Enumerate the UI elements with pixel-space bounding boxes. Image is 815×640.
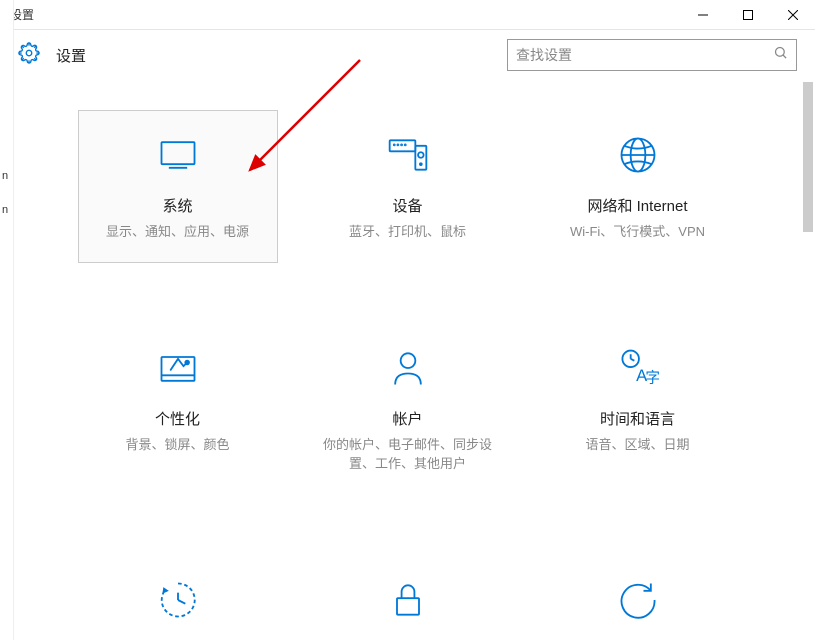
settings-grid: 系统 显示、通知、应用、电源 设备 蓝牙、打印机、鼠标 — [60, 110, 755, 640]
globe-icon — [614, 131, 662, 179]
scrollbar-thumb[interactable] — [803, 82, 813, 232]
tile-desc: 蓝牙、打印机、鼠标 — [349, 222, 466, 242]
maximize-icon — [743, 10, 753, 20]
content: 系统 显示、通知、应用、电源 设备 蓝牙、打印机、鼠标 — [0, 80, 815, 640]
minimize-icon — [698, 10, 708, 20]
personalization-icon — [154, 344, 202, 392]
ease-of-access-icon — [154, 576, 202, 624]
tile-title: 设备 — [392, 195, 422, 216]
tile-title: 时间和语言 — [600, 408, 675, 429]
search-box[interactable] — [507, 39, 797, 71]
page-title: 设置 — [56, 45, 86, 66]
tile-system[interactable]: 系统 显示、通知、应用、电源 — [78, 110, 278, 263]
minimize-button[interactable] — [680, 0, 725, 30]
tile-personalization[interactable]: 个性化 背景、锁屏、颜色 — [78, 323, 278, 495]
gear-icon — [18, 42, 40, 69]
svg-text:字: 字 — [645, 369, 660, 386]
tile-title: 帐户 — [392, 408, 422, 429]
tile-desc: 背景、锁屏、颜色 — [125, 435, 229, 455]
tile-desc: 显示、通知、应用、电源 — [106, 222, 249, 242]
titlebar: 设置 — [0, 0, 815, 30]
tile-desc: 语音、区域、日期 — [585, 435, 689, 455]
tile-privacy[interactable]: 隐私 位置、相机 — [308, 555, 508, 640]
tile-title: 个性化 — [155, 408, 200, 429]
update-icon — [614, 576, 662, 624]
privacy-icon — [384, 576, 432, 624]
accounts-icon — [384, 344, 432, 392]
tile-desc: 你的帐户、电子邮件、同步设置、工作、其他用户 — [319, 435, 497, 474]
search-input[interactable] — [516, 47, 773, 63]
close-icon — [788, 10, 798, 20]
window-title: 设置 — [10, 6, 680, 23]
time-language-icon: A 字 — [614, 344, 662, 392]
search-icon — [773, 45, 788, 65]
tile-time-language[interactable]: A 字 时间和语言 语音、区域、日期 — [538, 323, 738, 495]
tile-title: 网络和 Internet — [587, 195, 687, 216]
devices-icon — [384, 131, 432, 179]
tile-ease-of-access[interactable]: 轻松使用 讲述人、放大镜、高对 — [78, 555, 278, 640]
maximize-button[interactable] — [725, 0, 770, 30]
tile-desc: Wi-Fi、飞行模式、VPN — [570, 222, 705, 242]
tile-title: 系统 — [162, 195, 192, 216]
tile-accounts[interactable]: 帐户 你的帐户、电子邮件、同步设置、工作、其他用户 — [308, 323, 508, 495]
header: 设置 — [0, 30, 815, 80]
system-icon — [154, 131, 202, 179]
tile-network[interactable]: 网络和 Internet Wi-Fi、飞行模式、VPN — [538, 110, 738, 263]
close-button[interactable] — [770, 0, 815, 30]
window-controls — [680, 0, 815, 30]
left-edge-artifact: n n — [0, 0, 14, 640]
tile-update-security[interactable]: 更新和安全 Windows 更新、恢 — [538, 555, 738, 640]
tile-devices[interactable]: 设备 蓝牙、打印机、鼠标 — [308, 110, 508, 263]
